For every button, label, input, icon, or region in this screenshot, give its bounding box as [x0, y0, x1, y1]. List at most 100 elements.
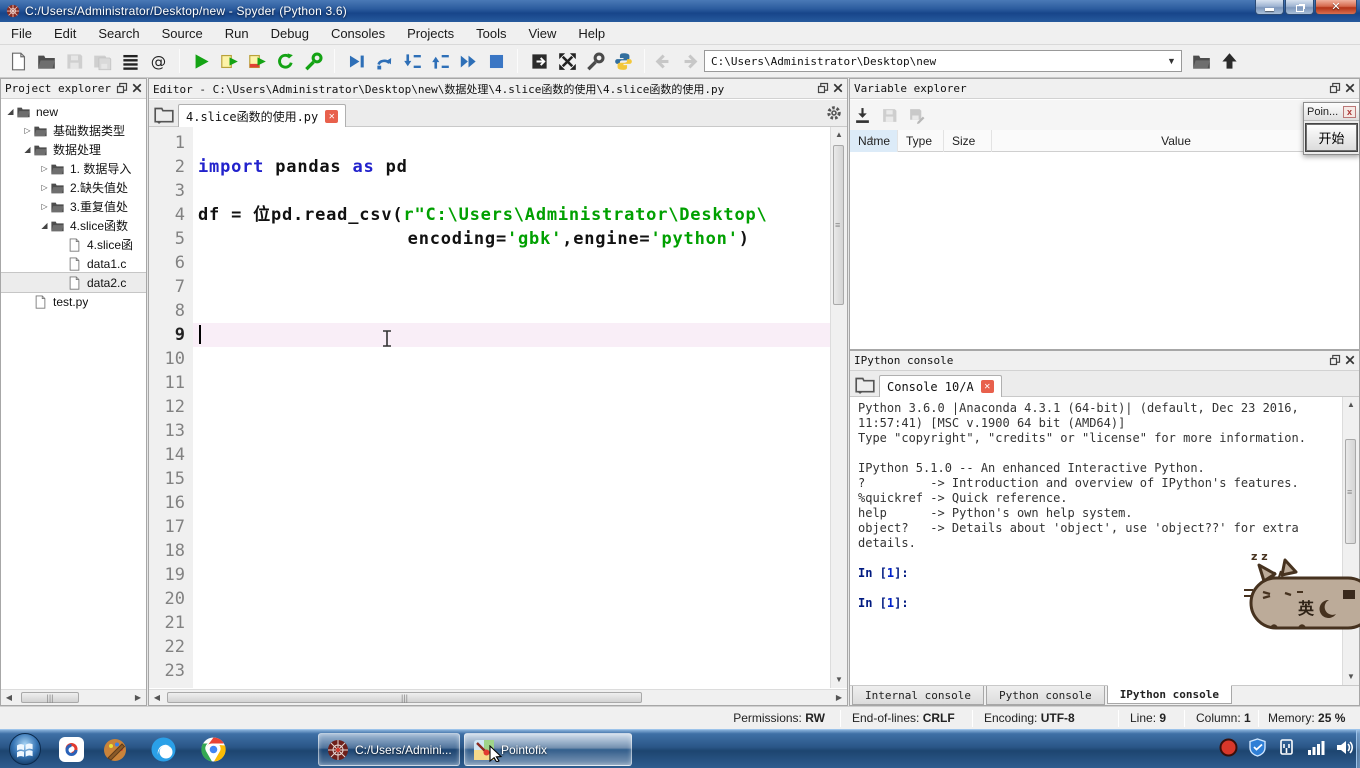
menu-file[interactable]: File — [0, 23, 43, 44]
menu-tools[interactable]: Tools — [465, 23, 517, 44]
code-line-2[interactable]: import pandas as pd — [193, 155, 830, 179]
run-cell-advance-button[interactable] — [243, 48, 271, 74]
tree-item-4[interactable]: ▷ 1. 数据导入 — [1, 159, 146, 178]
symbol-finder-button[interactable]: @ — [144, 48, 172, 74]
console-vscrollbar[interactable]: ▲ ▼ ≡ — [1342, 397, 1359, 685]
code-line-23[interactable] — [193, 659, 830, 683]
code-line-7[interactable] — [193, 275, 830, 299]
code-line-21[interactable] — [193, 611, 830, 635]
tree-expanded-arrow-icon[interactable]: ◢ — [22, 145, 33, 154]
tree-item-1[interactable]: ◢ new — [1, 102, 146, 121]
code-line-9[interactable] — [193, 323, 830, 347]
tab-close-icon[interactable]: ✕ — [325, 109, 339, 123]
editor-options-gear-icon[interactable] — [826, 105, 842, 121]
tree-item-6[interactable]: ▷ 3.重复值处 — [1, 197, 146, 216]
close-pane-icon[interactable] — [1344, 82, 1356, 94]
step-return-button[interactable] — [426, 48, 454, 74]
close-pane-icon[interactable] — [832, 82, 844, 94]
tree-collapsed-arrow-icon[interactable]: ▷ — [22, 126, 33, 135]
run-config-button[interactable] — [299, 48, 327, 74]
quicklaunch-chrome-icon[interactable] — [200, 736, 227, 763]
editor-hscrollbar[interactable]: ◀ ▶ ||| — [149, 689, 847, 705]
console-tab[interactable]: Console 10/A ✕ — [879, 375, 1002, 397]
pointofix-close-icon[interactable]: x — [1343, 105, 1356, 118]
tray-plug-icon[interactable] — [1277, 738, 1296, 757]
tree-collapsed-arrow-icon[interactable]: ▷ — [39, 164, 50, 173]
code-line-10[interactable] — [193, 347, 830, 371]
code-area[interactable]: 1 2 3 4 5 6 7 8 9 10 11 12 13 14 15 16 17 18 19 20 21 22 23 im… — [149, 127, 847, 688]
save-all-button[interactable] — [88, 48, 116, 74]
code-line-6[interactable] — [193, 251, 830, 275]
menu-edit[interactable]: Edit — [43, 23, 87, 44]
quicklaunch-paint-icon[interactable] — [102, 736, 129, 763]
code-line-17[interactable] — [193, 515, 830, 539]
quicklaunch-sunlogin-icon[interactable] — [58, 736, 85, 763]
run-button[interactable] — [187, 48, 215, 74]
menu-projects[interactable]: Projects — [396, 23, 465, 44]
browse-directory-button[interactable] — [1187, 48, 1215, 74]
tray-shield-icon[interactable] — [1248, 738, 1267, 757]
open-folder-button[interactable] — [32, 48, 60, 74]
new-file-button[interactable] — [4, 48, 32, 74]
save-button[interactable] — [60, 48, 88, 74]
back-button[interactable] — [648, 48, 676, 74]
step-into-button[interactable] — [398, 48, 426, 74]
pointofix-window[interactable]: Poin... x 开始 — [1303, 102, 1360, 155]
continue-button[interactable] — [454, 48, 482, 74]
undock-icon[interactable] — [817, 82, 829, 94]
code-line-1[interactable] — [193, 131, 830, 155]
code-line-19[interactable] — [193, 563, 830, 587]
menu-search[interactable]: Search — [87, 23, 150, 44]
tab-python-console[interactable]: Python console — [985, 686, 1105, 705]
tree-item-5[interactable]: ▷ 2.缺失值处 — [1, 178, 146, 197]
menu-run[interactable]: Run — [214, 23, 260, 44]
taskbar-button-pointofix[interactable]: Pointofix — [464, 733, 632, 766]
stop-debug-button[interactable] — [482, 48, 510, 74]
tree-item-7[interactable]: ◢ 4.slice函数 — [1, 216, 146, 235]
step-button[interactable] — [370, 48, 398, 74]
start-button[interactable] — [8, 732, 42, 766]
window-titlebar[interactable]: C:/Users/Administrator/Desktop/new - Spy… — [0, 0, 1360, 22]
menu-help[interactable]: Help — [567, 23, 616, 44]
maximize-pane-button[interactable] — [553, 48, 581, 74]
tree-item-9[interactable]: data1.c — [1, 254, 146, 273]
working-directory-input[interactable] — [704, 50, 1182, 72]
tab-internal-console[interactable]: Internal console — [852, 686, 984, 705]
menu-debug[interactable]: Debug — [260, 23, 320, 44]
tree-item-8[interactable]: 4.slice函 — [1, 235, 146, 254]
tab-ipython-console[interactable]: IPython console — [1106, 685, 1233, 704]
quicklaunch-browser-icon[interactable] — [150, 736, 177, 763]
tree-item-10[interactable]: data2.c — [1, 272, 146, 293]
debug-file-button[interactable] — [342, 48, 370, 74]
browse-tabs-icon[interactable] — [854, 374, 876, 394]
close-pane-icon[interactable] — [1344, 354, 1356, 366]
import-data-icon[interactable] — [854, 107, 871, 124]
code-line-4[interactable]: df = 位pd.read_csv(r"C:\Users\Administrat… — [193, 203, 830, 227]
column-header-size[interactable]: Size — [944, 130, 992, 152]
tab-close-icon[interactable]: ✕ — [980, 380, 994, 393]
undock-icon[interactable] — [1329, 354, 1341, 366]
code-line-18[interactable] — [193, 539, 830, 563]
menu-source[interactable]: Source — [151, 23, 214, 44]
code-line-14[interactable] — [193, 443, 830, 467]
code-line-11[interactable] — [193, 371, 830, 395]
editor-vscrollbar[interactable]: ▲ ▼ ≡ — [830, 127, 847, 688]
code-line-5[interactable]: encoding='gbk',engine='python') — [193, 227, 830, 251]
column-header-name[interactable]: Name ▲ — [850, 130, 898, 152]
forward-button[interactable] — [676, 48, 704, 74]
tree-collapsed-arrow-icon[interactable]: ▷ — [39, 183, 50, 192]
variable-table-body[interactable] — [850, 152, 1359, 349]
show-desktop-button[interactable] — [1356, 730, 1360, 768]
close-pane-icon[interactable] — [131, 82, 143, 94]
code-line-20[interactable] — [193, 587, 830, 611]
menu-consoles[interactable]: Consoles — [320, 23, 396, 44]
tree-expanded-arrow-icon[interactable]: ◢ — [39, 221, 50, 230]
tree-expanded-arrow-icon[interactable]: ◢ — [5, 107, 16, 116]
code-line-16[interactable] — [193, 491, 830, 515]
run-cell-button[interactable] — [215, 48, 243, 74]
tray-network-icon[interactable] — [1306, 738, 1325, 757]
code-line-13[interactable] — [193, 419, 830, 443]
editor-tab[interactable]: 4.slice函数的使用.py ✕ — [178, 104, 347, 127]
rerun-button[interactable] — [271, 48, 299, 74]
python-env-button[interactable] — [609, 48, 637, 74]
